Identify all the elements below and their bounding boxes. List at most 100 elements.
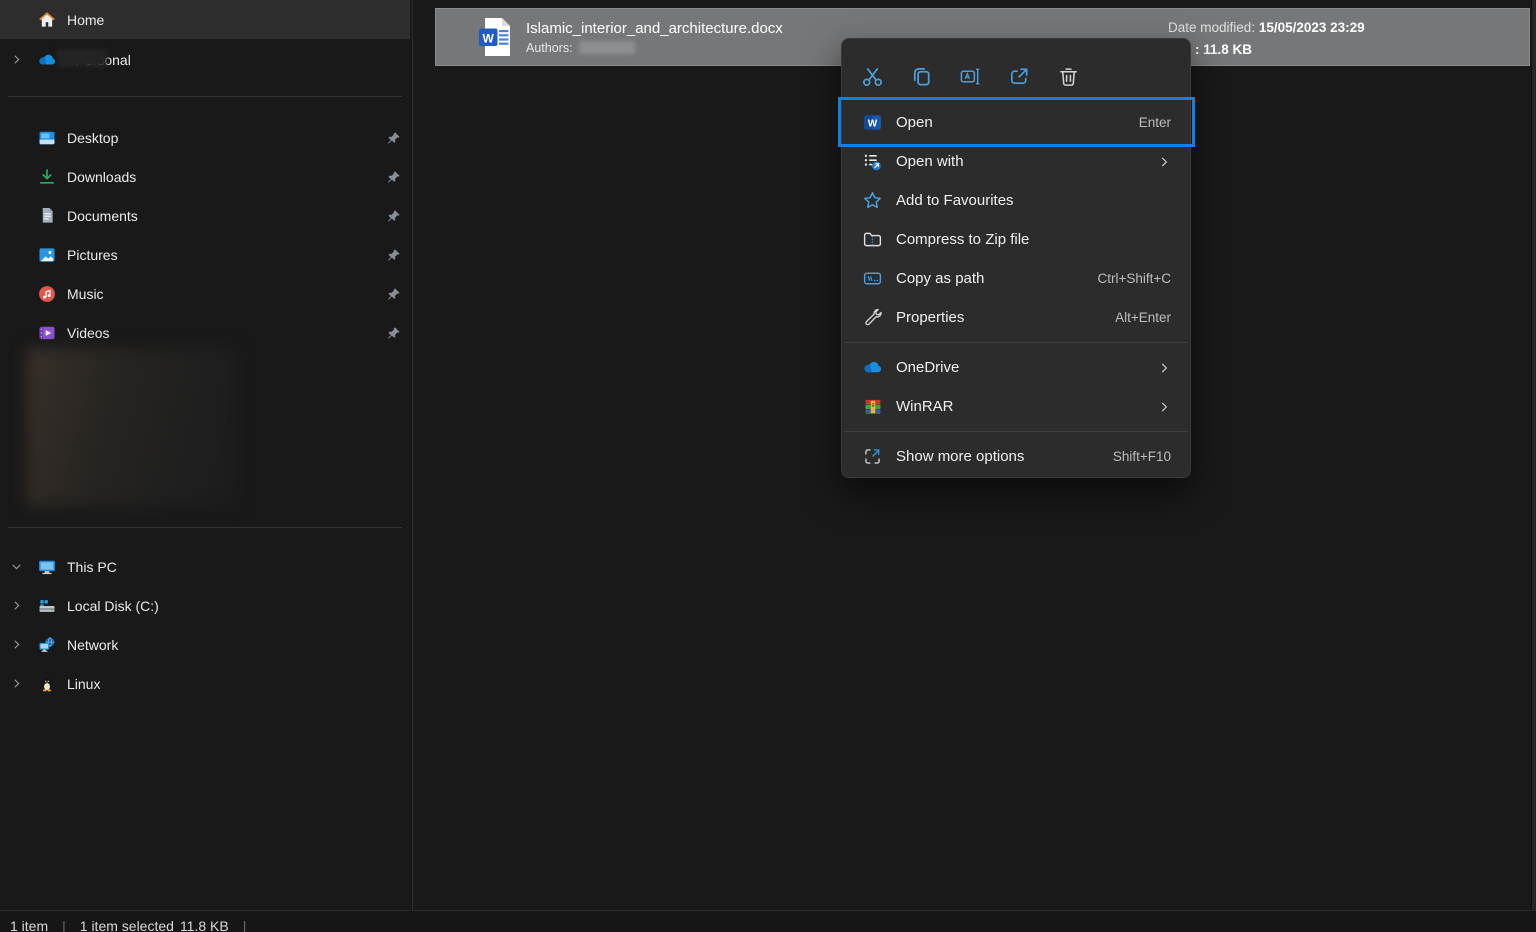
menu-item-shortcut: Enter xyxy=(1139,115,1171,130)
delete-icon[interactable] xyxy=(1050,58,1086,94)
menu-item-label: Open xyxy=(896,114,933,131)
sidebar-item-music[interactable]: Music xyxy=(0,274,410,313)
linux-icon xyxy=(37,674,57,694)
sidebar-item-label: Desktop xyxy=(67,130,118,146)
desktop-icon xyxy=(37,128,57,148)
copy-icon[interactable] xyxy=(903,58,939,94)
selection-size: 11.8 KB xyxy=(180,918,229,932)
pin-icon xyxy=(386,247,402,263)
sidebar-item-label: Local Disk (C:) xyxy=(67,598,159,614)
network-icon xyxy=(37,635,57,655)
context-menu-toolbar xyxy=(842,49,1190,103)
zip-folder-icon xyxy=(862,229,883,250)
onedrive-icon xyxy=(862,357,883,378)
menu-item-show-more-options[interactable]: Show more options Shift+F10 xyxy=(842,437,1190,476)
chevron-right-icon[interactable] xyxy=(8,52,24,68)
chevron-down-icon[interactable] xyxy=(8,559,24,575)
menu-item-winrar[interactable]: WinRAR xyxy=(842,387,1190,426)
onedrive-icon xyxy=(37,50,57,70)
cut-icon[interactable] xyxy=(854,58,890,94)
file-explorer-window: Home - Personal Desktop xyxy=(0,0,1536,932)
menu-item-label: Properties xyxy=(896,309,964,326)
pin-icon xyxy=(386,169,402,185)
menu-item-copy-as-path[interactable]: Copy as path Ctrl+Shift+C xyxy=(842,259,1190,298)
menu-item-label: Compress to Zip file xyxy=(896,231,1029,248)
svg-text:W: W xyxy=(868,118,878,129)
menu-item-open-with[interactable]: Open with xyxy=(842,142,1190,181)
this-pc-icon xyxy=(37,557,57,577)
sidebar-item-pictures[interactable]: Pictures xyxy=(0,235,410,274)
sidebar-item-label: This PC xyxy=(67,559,117,575)
rename-icon[interactable] xyxy=(952,58,988,94)
sidebar-item-label: Network xyxy=(67,637,118,653)
chevron-right-icon[interactable] xyxy=(8,637,24,653)
local-disk-icon xyxy=(37,596,57,616)
redacted-region xyxy=(26,348,236,506)
wrench-icon xyxy=(862,307,883,328)
sidebar-item-home[interactable]: Home xyxy=(0,0,410,39)
sidebar-item-label: Downloads xyxy=(67,169,136,185)
pin-icon xyxy=(386,130,402,146)
sidebar-item-label: Documents xyxy=(67,208,138,224)
star-icon xyxy=(862,190,883,211)
sidebar-item-network[interactable]: Network xyxy=(0,625,410,664)
menu-item-shortcut: Alt+Enter xyxy=(1115,310,1171,325)
sidebar-item-this-pc[interactable]: This PC xyxy=(0,547,410,586)
file-size: : 11.8 KB xyxy=(1195,42,1252,57)
sidebar-item-label: Home xyxy=(67,12,104,28)
menu-item-label: OneDrive xyxy=(896,359,959,376)
menu-item-properties[interactable]: Properties Alt+Enter xyxy=(842,298,1190,337)
menu-item-label: Add to Favourites xyxy=(896,192,1014,209)
chevron-right-icon[interactable] xyxy=(8,676,24,692)
sidebar-item-label: Videos xyxy=(67,325,110,341)
redacted-author xyxy=(579,41,635,54)
scrollbar-track[interactable] xyxy=(1531,0,1536,910)
show-more-options-icon xyxy=(862,446,883,467)
home-icon xyxy=(37,10,57,30)
item-count: 1 item xyxy=(10,918,48,932)
sidebar-item-label: Pictures xyxy=(67,247,118,263)
downloads-icon xyxy=(37,167,57,187)
sidebar-separator xyxy=(8,96,402,97)
videos-icon xyxy=(37,323,57,343)
pin-icon xyxy=(386,208,402,224)
sidebar-item-documents[interactable]: Documents xyxy=(0,196,410,235)
submenu-chevron-icon xyxy=(1157,155,1171,169)
menu-item-add-to-favourites[interactable]: Add to Favourites xyxy=(842,181,1190,220)
status-divider: | xyxy=(243,918,247,932)
sidebar-item-label: Music xyxy=(67,286,104,302)
file-name: Islamic_interior_and_architecture.docx xyxy=(526,20,783,37)
sidebar-item-label: Linux xyxy=(67,676,100,692)
sidebar-item-downloads[interactable]: Downloads xyxy=(0,157,410,196)
date-modified-value: 15/05/2023 23:29 xyxy=(1259,20,1365,35)
menu-item-label: WinRAR xyxy=(896,398,954,415)
winrar-icon xyxy=(862,396,883,417)
submenu-chevron-icon xyxy=(1157,361,1171,375)
date-modified-label: Date modified: xyxy=(1168,20,1255,35)
menu-item-onedrive[interactable]: OneDrive xyxy=(842,348,1190,387)
menu-item-label: Open with xyxy=(896,153,964,170)
menu-item-label: Show more options xyxy=(896,448,1024,465)
redacted-username xyxy=(57,49,107,67)
context-menu: W Open Enter Open with Add to Favourites xyxy=(841,38,1191,478)
sidebar-item-desktop[interactable]: Desktop xyxy=(0,118,410,157)
menu-separator xyxy=(842,426,1190,437)
submenu-chevron-icon xyxy=(1157,400,1171,414)
menu-item-shortcut: Shift+F10 xyxy=(1113,449,1171,464)
menu-item-compress-to-zip[interactable]: Compress to Zip file xyxy=(842,220,1190,259)
file-authors: Authors: xyxy=(526,41,783,55)
sidebar-item-local-disk-c[interactable]: Local Disk (C:) xyxy=(0,586,410,625)
file-meta: Islamic_interior_and_architecture.docx A… xyxy=(526,20,783,55)
chevron-right-icon[interactable] xyxy=(8,598,24,614)
pin-icon xyxy=(386,286,402,302)
status-divider: | xyxy=(62,918,66,932)
menu-item-open[interactable]: W Open Enter xyxy=(842,103,1190,142)
sidebar-item-linux[interactable]: Linux xyxy=(0,664,410,703)
sidebar-item-videos[interactable]: Videos xyxy=(0,313,410,352)
menu-item-shortcut: Ctrl+Shift+C xyxy=(1097,271,1171,286)
pin-icon xyxy=(386,325,402,341)
svg-text:W: W xyxy=(483,32,495,46)
music-icon xyxy=(37,284,57,304)
pictures-icon xyxy=(37,245,57,265)
share-icon[interactable] xyxy=(1001,58,1037,94)
